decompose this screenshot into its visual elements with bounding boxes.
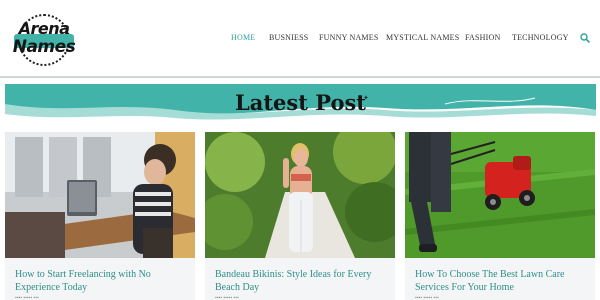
nav-item-business[interactable]: BUSNIESS — [269, 33, 308, 42]
nav-item-mystical-names[interactable]: MYSTICAL NAMES — [386, 33, 459, 42]
nav-item-technology[interactable]: TECHNOLOGY — [512, 33, 569, 42]
post-title[interactable]: How to Start Freelancing with No Experie… — [15, 268, 191, 294]
site-header: Arena Names HOME BUSNIESS FUNNY NAMES MY… — [0, 0, 600, 78]
search-icon[interactable] — [579, 31, 591, 43]
sparkle-icon: ✦ — [363, 94, 369, 102]
post-title[interactable]: How To Choose The Best Lawn Care Service… — [415, 268, 591, 294]
nav-item-fashion[interactable]: FASHION — [465, 33, 500, 42]
post-image-bikini[interactable] — [205, 132, 395, 258]
post-meta: ▪▪▪▪ ▪▪▪▪▪ ▪▪▪ — [415, 296, 439, 300]
post-card[interactable]: How to Start Freelancing with No Experie… — [5, 132, 195, 300]
post-image-lawnmower[interactable] — [405, 132, 595, 258]
nav-item-home[interactable]: HOME — [231, 33, 255, 42]
latest-post-banner: Latest Post ✦ — [5, 80, 596, 124]
section-title: Latest Post — [234, 90, 367, 115]
post-title[interactable]: Bandeau Bikinis: Style Ideas for Every B… — [215, 268, 391, 294]
post-meta: ▪▪▪▪ ▪▪▪▪▪ ▪▪▪ — [215, 296, 239, 300]
post-meta: ▪▪▪▪ ▪▪▪▪▪ ▪▪▪ — [15, 296, 39, 300]
nav-item-funny-names[interactable]: FUNNY NAMES — [319, 33, 378, 42]
post-image-freelancer[interactable] — [5, 132, 195, 258]
main-nav: HOME BUSNIESS FUNNY NAMES MYSTICAL NAMES… — [0, 33, 600, 47]
post-card[interactable]: Bandeau Bikinis: Style Ideas for Every B… — [205, 132, 395, 300]
post-card[interactable]: How To Choose The Best Lawn Care Service… — [405, 132, 595, 300]
